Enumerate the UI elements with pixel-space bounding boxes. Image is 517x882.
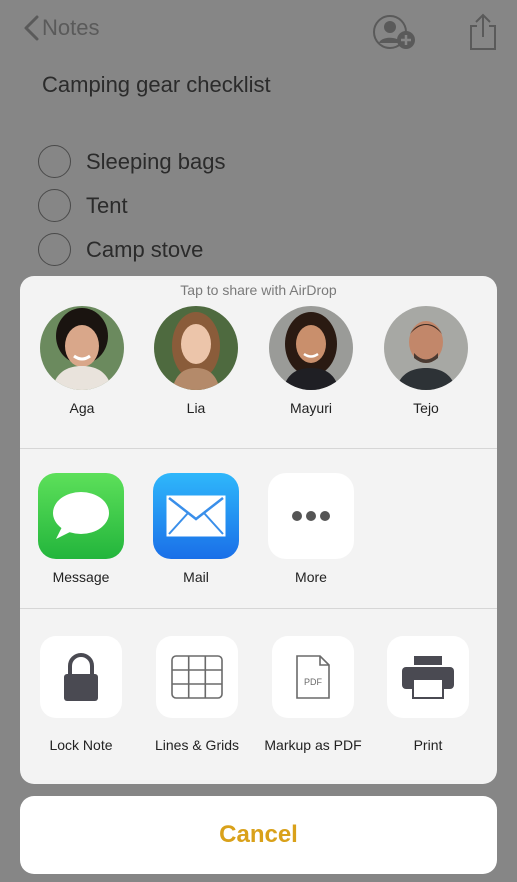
airdrop-person-lia[interactable]: Lia [152,306,240,416]
pdf-icon-text: PDF [304,677,323,687]
airdrop-person-aga[interactable]: Aga [38,306,126,416]
checkbox-circle[interactable] [38,233,71,266]
action-label: Lines & Grids [154,737,240,753]
divider [20,448,497,449]
note-title[interactable]: Camping gear checklist [42,72,271,98]
share-sheet: Tap to share with AirDrop Aga Lia Mayuri… [20,276,497,784]
action-markup-as-pdf[interactable]: PDF Markup as PDF [255,636,371,754]
person-name: Aga [69,400,95,416]
grid-icon [156,636,238,718]
airdrop-person-mayuri[interactable]: Mayuri [267,306,355,416]
action-label: Lock Note [49,737,113,753]
share-app-mail[interactable]: Mail [146,473,246,585]
avatar [269,306,353,390]
mail-icon [153,473,239,559]
avatar [154,306,238,390]
app-label: Mail [183,569,209,585]
cancel-button[interactable]: Cancel [20,796,497,874]
chevron-left-icon [24,15,39,41]
airdrop-title: Tap to share with AirDrop [180,282,337,298]
share-icon[interactable] [466,12,500,52]
lock-icon [40,636,122,718]
share-app-message[interactable]: Message [31,473,131,585]
more-icon [268,473,354,559]
message-icon [38,473,124,559]
back-label: Notes [42,15,100,40]
checklist-item[interactable]: Tent [38,189,128,222]
checkbox-circle[interactable] [38,189,71,222]
checklist-item[interactable]: Camp stove [38,233,203,266]
action-print[interactable]: Print [370,636,486,754]
person-name: Mayuri [289,400,332,416]
person-name: Lia [186,400,206,416]
person-name: Tejo [413,400,439,416]
add-person-icon[interactable] [372,12,426,52]
divider [20,608,497,609]
printer-icon [387,636,469,718]
action-label: Print [413,737,443,753]
checkbox-circle[interactable] [38,145,71,178]
app-label: More [295,569,327,585]
app-label: Message [52,569,110,585]
action-lock-note[interactable]: Lock Note [23,636,139,754]
checklist-item[interactable]: Sleeping bags [38,145,225,178]
action-label: Markup as PDF [264,737,362,753]
checklist-item-text: Camp stove [86,236,204,262]
back-button[interactable]: Notes [22,14,99,42]
checklist-item-text: Sleeping bags [86,148,226,174]
share-app-more[interactable]: More [261,473,361,585]
checklist-item-text: Tent [86,192,128,218]
action-lines-grids[interactable]: Lines & Grids [139,636,255,754]
avatar [40,306,124,390]
avatar [384,306,468,390]
airdrop-person-tejo[interactable]: Tejo [382,306,470,416]
pdf-icon: PDF [272,636,354,718]
